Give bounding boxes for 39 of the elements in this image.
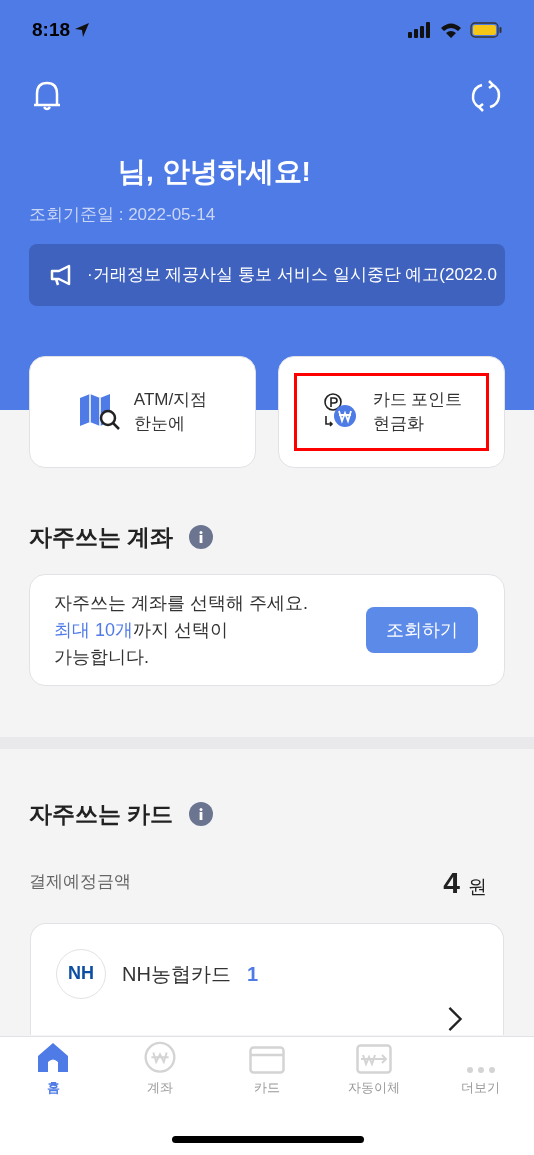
greeting-text: 님, 안녕하세요! <box>118 156 312 188</box>
shortcut-card[interactable]: 카드 포인트 현금화 <box>278 355 505 468</box>
more-icon <box>465 1065 496 1074</box>
amount-label: 결제예정금액 <box>29 871 131 894</box>
info-icon[interactable] <box>189 524 214 549</box>
shortcut-card[interactable]: ATM/지점 한눈에 <box>29 355 256 468</box>
location-arrow-icon <box>74 22 91 38</box>
card-name: NH농협카드 <box>122 961 231 987</box>
status-time: 8:18 <box>32 17 71 42</box>
card-count: 1 <box>246 961 258 987</box>
won-transfer-icon <box>355 1043 392 1074</box>
tab-bar-item[interactable]: 계좌 <box>106 1041 214 1097</box>
amount-value: 4 <box>443 864 460 901</box>
signal-icon <box>408 22 432 38</box>
chevron-right-icon <box>447 1005 463 1032</box>
section-title: 자주쓰는 카드 <box>29 800 174 829</box>
won-coin-icon <box>143 1041 178 1074</box>
notification-bell-icon[interactable] <box>32 80 62 112</box>
inquiry-button[interactable]: 조회하기 <box>366 607 478 653</box>
info-icon[interactable] <box>189 802 214 827</box>
battery-icon <box>470 22 502 38</box>
refresh-icon[interactable] <box>470 80 502 112</box>
card-item[interactable]: NH NH농협카드 1 <box>30 922 504 1035</box>
reference-date: 조회기준일 : 2022-05-14 <box>29 204 217 226</box>
highlight-frame: ATM/지점 한눈에 <box>50 372 235 451</box>
tab-bar-item[interactable]: 더보기 <box>427 1041 534 1097</box>
notice-text: ·거래정보 제공사실 통보 서비스 일시중단 예고(2022.0 <box>87 263 497 286</box>
account-message: 자주쓰는 계좌를 선택해 주세요. 최대 10개까지 선택이 가능합니다. <box>54 591 308 669</box>
tab-bar-item[interactable]: 카드 <box>213 1041 321 1097</box>
tab-bar-item[interactable]: 홈 <box>0 1041 107 1097</box>
home-icon <box>36 1041 71 1074</box>
map-search-icon <box>77 391 122 432</box>
section-title: 자주쓰는 계좌 <box>29 522 174 552</box>
tab-bar-item[interactable]: 자동이체 <box>320 1041 428 1097</box>
wifi-icon <box>440 22 462 38</box>
notice-banner[interactable]: ·거래정보 제공사실 통보 서비스 일시중단 예고(2022.0 <box>29 243 505 306</box>
amount-unit: 원 <box>468 874 487 899</box>
credit-card-icon <box>249 1045 285 1074</box>
highlight-frame: 카드 포인트 현금화 <box>293 372 490 451</box>
